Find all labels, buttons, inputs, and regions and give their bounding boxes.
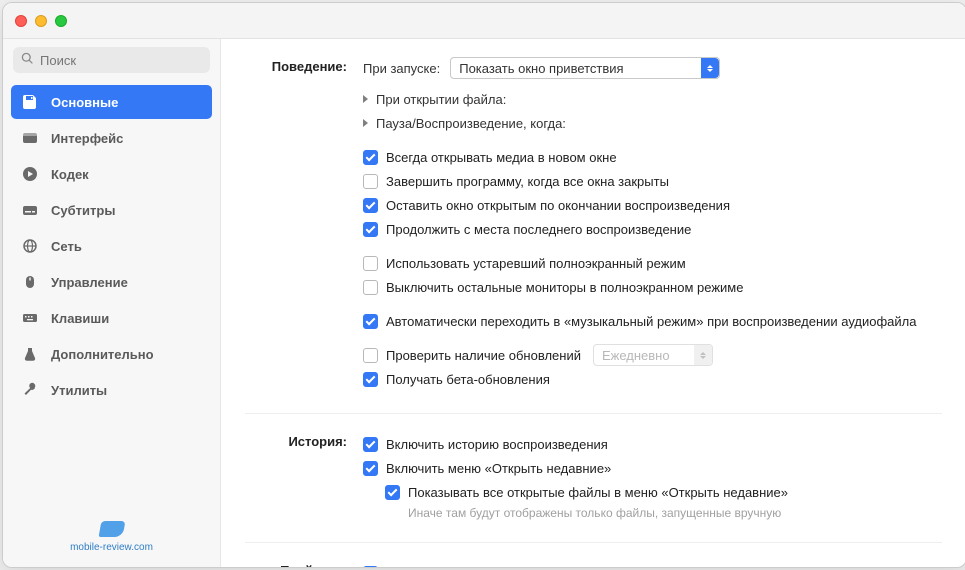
check-label: Показывать все открытые файлы в меню «От…: [408, 485, 788, 500]
disclosure-label: При открытии файла:: [376, 92, 506, 107]
sidebar-item-network[interactable]: Сеть: [11, 229, 212, 263]
sidebar-item-ui[interactable]: Интерфейс: [11, 121, 212, 155]
footer-text: mobile-review.com: [70, 542, 153, 553]
sidebar-item-label: Сеть: [51, 239, 82, 254]
disclosure-label: Пауза/Воспроизведение, когда:: [376, 116, 566, 131]
sidebar-item-general[interactable]: Основные: [11, 85, 212, 119]
wrench-icon: [21, 381, 39, 399]
check-label: Использовать устаревший полноэкранный ре…: [386, 256, 686, 271]
checkbox-enable-history[interactable]: [363, 437, 378, 452]
logo-icon: [98, 521, 125, 537]
check-label: Включить меню «Открыть недавние»: [386, 461, 611, 476]
section-label-behavior: Поведение:: [245, 57, 363, 391]
at-launch-select[interactable]: Показать окно приветствия: [450, 57, 720, 79]
search-input[interactable]: [40, 53, 202, 68]
zoom-window-button[interactable]: [55, 15, 67, 27]
at-launch-label: При запуске:: [363, 61, 440, 76]
search-icon: [21, 52, 40, 68]
disclosure-open-file[interactable]: При открытии файла:: [363, 87, 942, 111]
preferences-window: Основные Интерфейс Кодек Субтитры Сеть: [2, 2, 965, 568]
checkbox-beta[interactable]: [363, 372, 378, 387]
minimize-window-button[interactable]: [35, 15, 47, 27]
section-label-playlist: Плейлист:: [245, 561, 363, 567]
check-label: Получать бета-обновления: [386, 372, 550, 387]
sidebar-item-label: Управление: [51, 275, 128, 290]
sidebar-item-subtitles[interactable]: Субтитры: [11, 193, 212, 227]
check-label: Продолжить с места последнего воспроизве…: [386, 222, 691, 237]
checkbox-blackout-monitors[interactable]: [363, 280, 378, 295]
disclosure-triangle-icon: [363, 119, 368, 127]
sidebar-item-control[interactable]: Управление: [11, 265, 212, 299]
mouse-icon: [21, 273, 39, 291]
checkbox-always-new-window[interactable]: [363, 150, 378, 165]
check-label: Автоматически переходить в «музыкальный …: [386, 314, 917, 329]
sidebar-item-label: Клавиши: [51, 311, 109, 326]
check-label: Проверить наличие обновлений: [386, 348, 581, 363]
dropdown-icon: [694, 345, 712, 365]
sidebar-item-advanced[interactable]: Дополнительно: [11, 337, 212, 371]
hint-text: Иначе там будут отображены только файлы,…: [408, 506, 942, 520]
divider: [245, 542, 942, 543]
keyboard-icon: [21, 309, 39, 327]
subtitle-icon: [21, 201, 39, 219]
flask-icon: [21, 345, 39, 363]
checkbox-show-all-files[interactable]: [385, 485, 400, 500]
checkbox-resume[interactable]: [363, 222, 378, 237]
checkbox-keep-open[interactable]: [363, 198, 378, 213]
close-window-button[interactable]: [15, 15, 27, 27]
check-label: Включить историю воспроизведения: [386, 437, 608, 452]
search-field[interactable]: [13, 47, 210, 73]
sidebar-item-codec[interactable]: Кодек: [11, 157, 212, 191]
sidebar-item-label: Субтитры: [51, 203, 115, 218]
check-label: Завершить программу, когда все окна закр…: [386, 174, 669, 189]
content-pane: Поведение: При запуске: Показать окно пр…: [221, 39, 965, 567]
window-icon: [21, 129, 39, 147]
section-label-history: История:: [245, 432, 363, 520]
check-label: Всегда открывать медиа в новом окне: [386, 150, 617, 165]
update-interval-value: Ежедневно: [594, 348, 694, 363]
sidebar-item-label: Интерфейс: [51, 131, 123, 146]
sidebar-item-label: Дополнительно: [51, 347, 154, 362]
checkbox-recent-menu[interactable]: [363, 461, 378, 476]
disclosure-triangle-icon: [363, 95, 368, 103]
disclosure-pause-play[interactable]: Пауза/Воспроизведение, когда:: [363, 111, 942, 135]
globe-icon: [21, 237, 39, 255]
play-icon: [21, 165, 39, 183]
update-interval-select: Ежедневно: [593, 344, 713, 366]
checkbox-check-updates[interactable]: [363, 348, 378, 363]
at-launch-value: Показать окно приветствия: [451, 61, 701, 76]
traffic-lights: [15, 15, 67, 27]
sidebar-item-label: Кодек: [51, 167, 89, 182]
checkbox-legacy-fullscreen[interactable]: [363, 256, 378, 271]
sidebar-item-label: Утилиты: [51, 383, 107, 398]
titlebar: [3, 3, 965, 39]
dropdown-icon: [701, 58, 719, 78]
divider: [245, 413, 942, 414]
sidebar-item-keys[interactable]: Клавиши: [11, 301, 212, 335]
sidebar: Основные Интерфейс Кодек Субтитры Сеть: [3, 39, 221, 567]
checkbox-quit-when-closed[interactable]: [363, 174, 378, 189]
check-label: Оставить окно открытым по окончании восп…: [386, 198, 730, 213]
sidebar-item-utilities[interactable]: Утилиты: [11, 373, 212, 407]
check-label: Выключить остальные мониторы в полноэкра…: [386, 280, 743, 295]
checkbox-music-mode[interactable]: [363, 314, 378, 329]
sidebar-item-label: Основные: [51, 95, 118, 110]
disk-icon: [21, 93, 39, 111]
footer-branding: mobile-review.com: [3, 511, 220, 567]
